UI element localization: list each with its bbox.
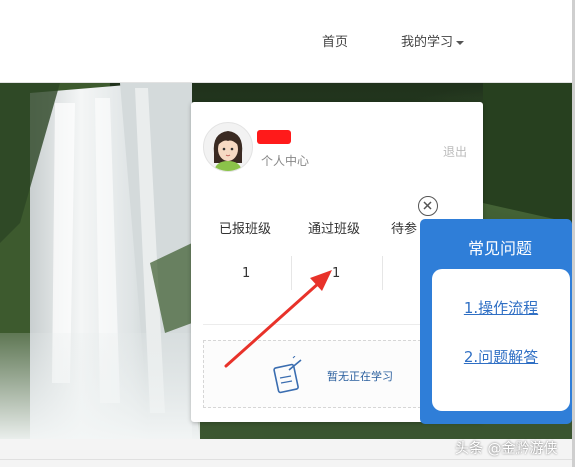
faq-link-operation-process[interactable]: 1.操作流程 [432,297,570,318]
faq-panel: 常见问题 1.操作流程 2.问题解答 [420,219,572,424]
close-icon [423,201,432,210]
watermark: 头条 @金黔游侠 [455,441,558,457]
faq-link-question-answers[interactable]: 2.问题解答 [432,346,570,367]
faq-link-list: 1.操作流程 2.问题解答 [432,269,570,411]
faq-title: 常见问题 [467,239,532,258]
close-button[interactable] [418,196,438,216]
